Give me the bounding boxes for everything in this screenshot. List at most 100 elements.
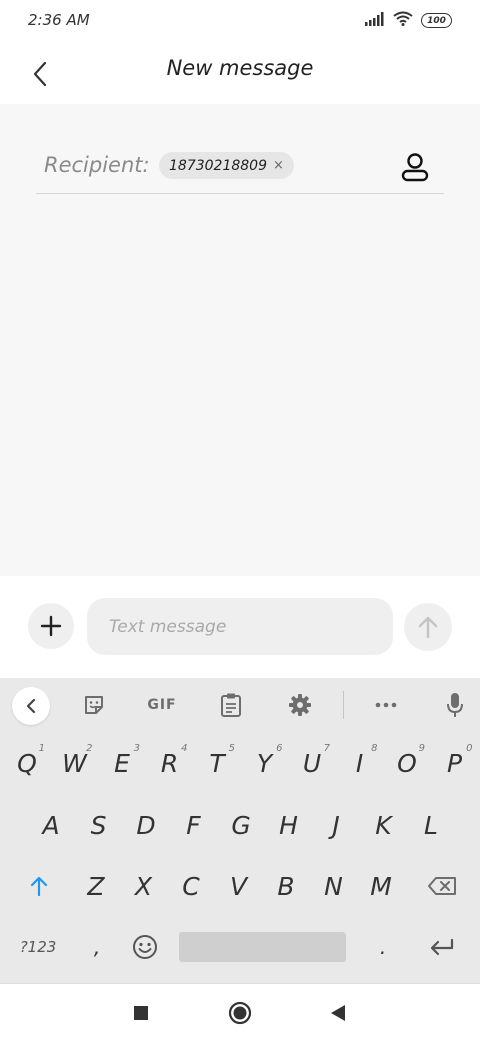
period-key[interactable]: . — [366, 921, 400, 973]
back-nav-button[interactable] — [321, 996, 355, 1030]
message-content-area: Recipient: 18730218809 × — [0, 104, 480, 576]
backspace-icon — [428, 877, 456, 895]
wifi-icon — [393, 11, 413, 30]
key-d[interactable]: D — [123, 799, 169, 851]
key-k[interactable]: K — [361, 799, 407, 851]
emoji-key[interactable] — [124, 921, 166, 973]
enter-icon — [430, 938, 454, 956]
key-f[interactable]: F — [171, 799, 217, 851]
clipboard-icon — [221, 693, 241, 717]
home-button[interactable] — [223, 996, 257, 1030]
more-options-button[interactable] — [366, 686, 406, 724]
key-hint: 5 — [228, 743, 235, 754]
toolbar-divider — [343, 691, 344, 719]
key-n[interactable]: N — [311, 860, 357, 912]
key-s[interactable]: S — [76, 799, 122, 851]
status-time: 2:36 AM — [28, 11, 90, 29]
settings-button[interactable] — [280, 686, 320, 724]
key-label: M — [370, 871, 392, 901]
key-hint: 7 — [323, 743, 330, 754]
microphone-icon — [447, 693, 463, 717]
system-nav-bar — [0, 983, 480, 1040]
key-label: A — [42, 810, 60, 840]
key-label: Z — [87, 871, 105, 901]
shift-key[interactable] — [22, 860, 56, 912]
key-x[interactable]: X — [121, 860, 167, 912]
key-b[interactable]: B — [263, 860, 309, 912]
triangle-back-icon — [331, 1005, 345, 1021]
key-hint: 9 — [418, 743, 425, 754]
key-label: W — [62, 748, 87, 778]
attach-button[interactable] — [28, 603, 74, 649]
key-m[interactable]: M — [358, 860, 404, 912]
keyboard-collapse-button[interactable] — [12, 687, 50, 725]
send-button[interactable] — [404, 603, 452, 651]
chevron-left-icon — [26, 698, 36, 714]
key-u[interactable]: U7 — [289, 737, 335, 789]
home-circle-icon — [228, 1001, 252, 1025]
key-hint: 0 — [466, 743, 473, 754]
signal-icon — [365, 11, 385, 30]
key-label: Q — [17, 748, 37, 778]
key-hint: 1 — [38, 743, 45, 754]
recipient-row: Recipient: 18730218809 × — [36, 144, 444, 194]
key-label: D — [136, 810, 156, 840]
key-label: I — [355, 748, 364, 778]
chip-remove-icon[interactable]: × — [273, 158, 284, 173]
key-label: P — [446, 748, 463, 778]
key-label: S — [90, 810, 107, 840]
more-horizontal-icon — [375, 702, 397, 708]
gif-button[interactable]: GIF — [142, 686, 182, 724]
key-q[interactable]: Q1 — [4, 737, 50, 789]
key-o[interactable]: O9 — [384, 737, 430, 789]
contact-icon — [401, 153, 429, 182]
key-label: X — [134, 871, 153, 901]
key-label: C — [182, 871, 200, 901]
key-label: V — [229, 871, 248, 901]
clipboard-button[interactable] — [211, 686, 251, 724]
key-p[interactable]: P0 — [432, 737, 478, 789]
status-icons: 100 — [365, 11, 452, 30]
key-hint: 8 — [371, 743, 378, 754]
key-e[interactable]: E3 — [99, 737, 145, 789]
key-label: T — [209, 748, 225, 778]
recipient-chip[interactable]: 18730218809 × — [159, 152, 294, 179]
key-label: Y — [256, 748, 273, 778]
key-g[interactable]: G — [218, 799, 264, 851]
sticker-icon — [85, 696, 103, 714]
key-a[interactable]: A — [28, 799, 74, 851]
message-composer — [0, 576, 480, 678]
page-title: New message — [166, 56, 314, 80]
key-h[interactable]: H — [266, 799, 312, 851]
recipient-chip-number: 18730218809 — [169, 157, 267, 174]
key-r[interactable]: R4 — [147, 737, 193, 789]
backspace-key[interactable] — [420, 860, 464, 912]
key-w[interactable]: W2 — [52, 737, 98, 789]
voice-input-button[interactable] — [435, 686, 475, 724]
key-label: N — [324, 871, 343, 901]
key-v[interactable]: V — [216, 860, 262, 912]
recents-button[interactable] — [124, 996, 158, 1030]
key-hint: 3 — [133, 743, 140, 754]
emoji-icon — [133, 935, 157, 959]
key-i[interactable]: I8 — [337, 737, 383, 789]
add-contact-button[interactable] — [398, 150, 432, 184]
recipient-label: Recipient: — [44, 153, 150, 177]
key-y[interactable]: Y6 — [242, 737, 288, 789]
key-label: F — [186, 810, 201, 840]
text-message-input[interactable] — [87, 598, 393, 655]
key-hint: 2 — [86, 743, 93, 754]
key-j[interactable]: J — [313, 799, 359, 851]
key-t[interactable]: T5 — [194, 737, 240, 789]
key-l[interactable]: L — [408, 799, 454, 851]
key-z[interactable]: Z — [73, 860, 119, 912]
symbols-key[interactable]: ?123 — [10, 921, 66, 973]
enter-key[interactable] — [420, 921, 464, 973]
keyboard: G I F Q 1 W 2 E 3 R 4 T 5 Y 6 U 7 I 8 O 9 … — [0, 678, 480, 983]
sticker-button[interactable] — [74, 686, 114, 724]
key-label: B — [277, 871, 295, 901]
shift-arrow-icon — [30, 876, 48, 897]
comma-key[interactable]: , — [80, 921, 114, 973]
key-c[interactable]: C — [168, 860, 214, 912]
space-key[interactable] — [179, 932, 346, 962]
